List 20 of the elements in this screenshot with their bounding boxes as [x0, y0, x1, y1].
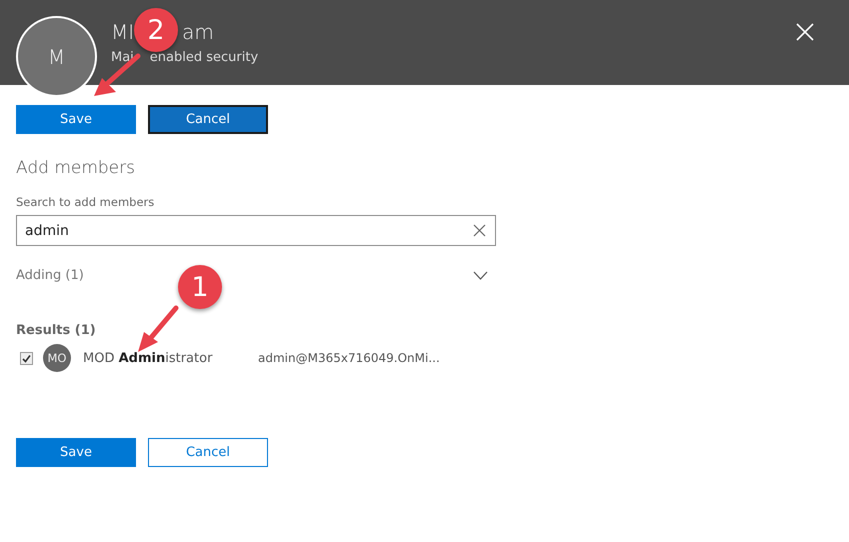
- step-number: 1: [178, 265, 222, 309]
- cancel-button[interactable]: Cancel: [148, 438, 268, 467]
- section-title: Add members: [16, 158, 136, 178]
- results-heading: Results (1): [16, 323, 97, 338]
- group-title: MI: [111, 20, 134, 44]
- group-type: Mai: [111, 50, 134, 65]
- group-type: enabled security: [150, 50, 258, 65]
- clear-icon[interactable]: [473, 224, 486, 237]
- search-field[interactable]: admin: [16, 215, 496, 246]
- save-button[interactable]: Save: [16, 105, 136, 134]
- search-label: Search to add members: [16, 195, 156, 209]
- result-checkbox[interactable]: [20, 352, 33, 364]
- user-name: MOD Administrator: [83, 350, 214, 366]
- close-icon[interactable]: [795, 22, 815, 42]
- user-email: admin@M365x716049.OnMi...: [258, 351, 440, 365]
- group-title: am: [182, 20, 214, 44]
- group-avatar: M: [16, 16, 97, 97]
- save-button[interactable]: Save: [16, 438, 136, 467]
- cancel-button[interactable]: Cancel: [148, 105, 268, 134]
- user-avatar: MO: [43, 344, 71, 372]
